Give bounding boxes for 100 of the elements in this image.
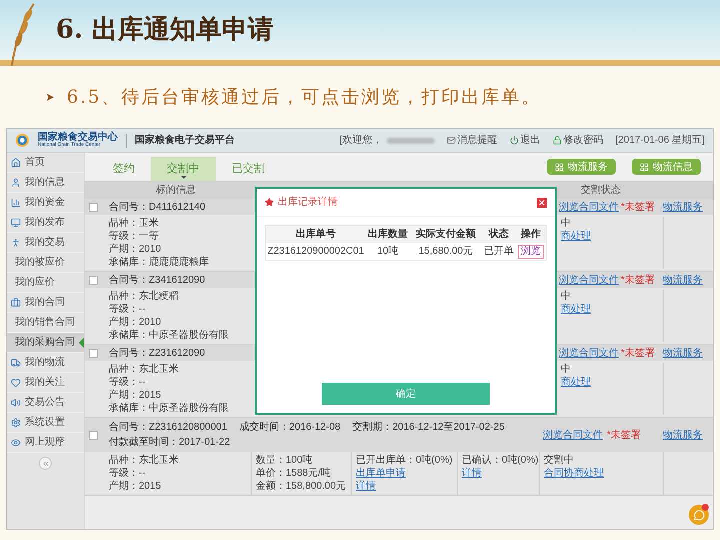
detail-text: 等级：一等 [109, 230, 160, 243]
welcome-text: [欢迎您， [340, 134, 382, 148]
link[interactable]: 详情 [462, 467, 539, 480]
column-header: 交割状态 [580, 184, 622, 198]
sidebar-item[interactable]: 我的应价 [7, 273, 84, 293]
link[interactable]: 物流服务 [663, 430, 703, 440]
redacted-name-bar [386, 138, 434, 144]
detail-text: 等级：-- [109, 376, 147, 389]
sign-status: *未签署 [621, 346, 655, 360]
warehouse-text: 承储库：中原圣器股份有限 [109, 402, 230, 415]
link[interactable]: 商处理 [561, 376, 663, 389]
column-header: 出库数量 [367, 227, 409, 242]
sidebar-item[interactable]: 我的合同 [7, 293, 84, 313]
sidebar-item[interactable]: 我的交易 [7, 233, 84, 253]
link[interactable]: 物流服务 [663, 274, 703, 286]
column-header: 出库单号 [295, 227, 337, 242]
contract-number: 合同号：Z341612090 [109, 274, 206, 286]
truck-icon [11, 358, 21, 368]
power-icon [510, 136, 518, 145]
column-header: 标的信息 [155, 184, 197, 198]
header-link[interactable]: 退出 [510, 133, 540, 148]
action-button[interactable]: 物流服务 [547, 159, 616, 175]
sign-status: *未签署 [621, 200, 655, 214]
warehouse-text: 承储库：中原圣器股份有限 [109, 329, 230, 342]
contract-number: 合同号：Z231612090 [109, 348, 206, 358]
sidebar-item[interactable]: 网上观摩 [7, 433, 84, 453]
sidebar-item[interactable]: 我的物流 [7, 353, 84, 373]
detail-text: 单价：1588元/吨 [256, 467, 332, 480]
column-header: 实际支付金额 [415, 227, 477, 242]
tab[interactable]: 交割中 [151, 157, 216, 181]
link[interactable]: 浏览合同文件 [559, 272, 619, 288]
view-button[interactable]: 浏览 [518, 244, 544, 258]
column-header: 操作 [520, 228, 542, 242]
sidebar-item[interactable]: 我的发布 [7, 213, 84, 233]
table-cell-text: 已开单 [483, 244, 515, 259]
link[interactable]: 物流服务 [663, 348, 703, 358]
detail-text: 产期：2010 [109, 243, 162, 256]
sidebar-item[interactable]: 我的被应价 [7, 253, 84, 273]
checkbox[interactable] [88, 430, 98, 440]
sidebar-item[interactable]: 我的资金 [7, 193, 84, 213]
detail-text: 数量：100吨 [256, 454, 314, 467]
bar-chart-icon [11, 198, 21, 208]
link[interactable]: 浏览合同文件 [559, 200, 619, 214]
settings-icon [11, 418, 21, 428]
status-text: 中 [561, 217, 572, 230]
link[interactable]: 商处理 [561, 230, 663, 243]
contract-field: 付款截至时间：2017-01-22 [109, 435, 230, 450]
slide-title: 6. 出库通知单申请 [56, 14, 274, 46]
link[interactable]: 合同协商处理 [544, 467, 663, 480]
checkbox[interactable] [88, 348, 98, 358]
sidebar-item[interactable]: 我的信息 [7, 173, 84, 193]
tab[interactable]: 签约 [97, 157, 151, 181]
bullet-text: 6.5、待后台审核通过后，可点击浏览，打印出库单。 [67, 86, 542, 110]
link[interactable]: 商处理 [561, 303, 663, 316]
detail-text: 品种：玉米 [109, 217, 160, 230]
header-link[interactable]: 消息提醒 [446, 133, 498, 148]
sidebar-item[interactable]: 交易公告 [7, 393, 84, 413]
link[interactable]: 浏览合同文件 [543, 428, 603, 442]
chevrons-left-icon [42, 460, 50, 468]
table-cell-text: 15,680.00元 [418, 245, 474, 259]
chat-button[interactable] [689, 505, 709, 525]
tab[interactable]: 已交割 [216, 157, 281, 181]
detail-text: 等级：-- [109, 467, 147, 480]
detail-text: 产期：2015 [109, 480, 162, 493]
sign-status: *未签署 [621, 274, 655, 288]
sidebar-item[interactable]: 系统设置 [7, 413, 84, 433]
sidebar-item[interactable]: 我的关注 [7, 373, 84, 393]
close-icon [538, 198, 546, 206]
link[interactable]: 详情 [356, 480, 457, 493]
monitor-icon [11, 218, 21, 228]
bullet-arrow-icon [46, 92, 55, 102]
contract-field: 交割期：2016-12-12至2017-02-25 [352, 420, 505, 435]
action-button[interactable]: 物流信息 [632, 159, 701, 175]
sidebar-item[interactable]: 首页 [7, 153, 84, 173]
detail-text: 交割中 [544, 454, 575, 467]
detail-text: 已开出库单：0吨(0%) [356, 454, 454, 467]
confirm-button[interactable]: 确定 [322, 383, 490, 405]
contract-field: 成交时间：2016-12-08 [239, 420, 341, 435]
user-icon [11, 178, 21, 188]
detail-text: 金额：158,800.00元 [256, 480, 348, 493]
close-button[interactable] [537, 198, 547, 208]
link[interactable]: 出库单申请 [356, 467, 457, 480]
checkbox[interactable] [88, 202, 98, 212]
logo-icon [15, 133, 30, 148]
date-text: [2017-01-06 星期五] [616, 134, 705, 148]
briefcase-icon [11, 298, 21, 308]
link[interactable]: 浏览合同文件 [559, 346, 619, 360]
home-icon [11, 158, 21, 168]
detail-text: 已确认：0吨(0%) [462, 454, 539, 467]
header-link[interactable]: 修改密码 [552, 133, 604, 148]
sidebar-item[interactable]: 我的采购合同 [7, 333, 84, 353]
table-cell-text: 10吨 [376, 244, 400, 259]
detail-text: 品种：东北玉米 [109, 363, 180, 376]
logo-text: 国家粮食交易中心 [38, 133, 118, 143]
dialog-title: 出库记录详情 [278, 196, 338, 210]
heart-icon [11, 378, 21, 388]
link[interactable]: 物流服务 [663, 202, 703, 212]
collapse-button[interactable] [39, 457, 52, 470]
detail-text: 品种：东北粳稻 [109, 290, 180, 303]
checkbox[interactable] [88, 276, 98, 284]
